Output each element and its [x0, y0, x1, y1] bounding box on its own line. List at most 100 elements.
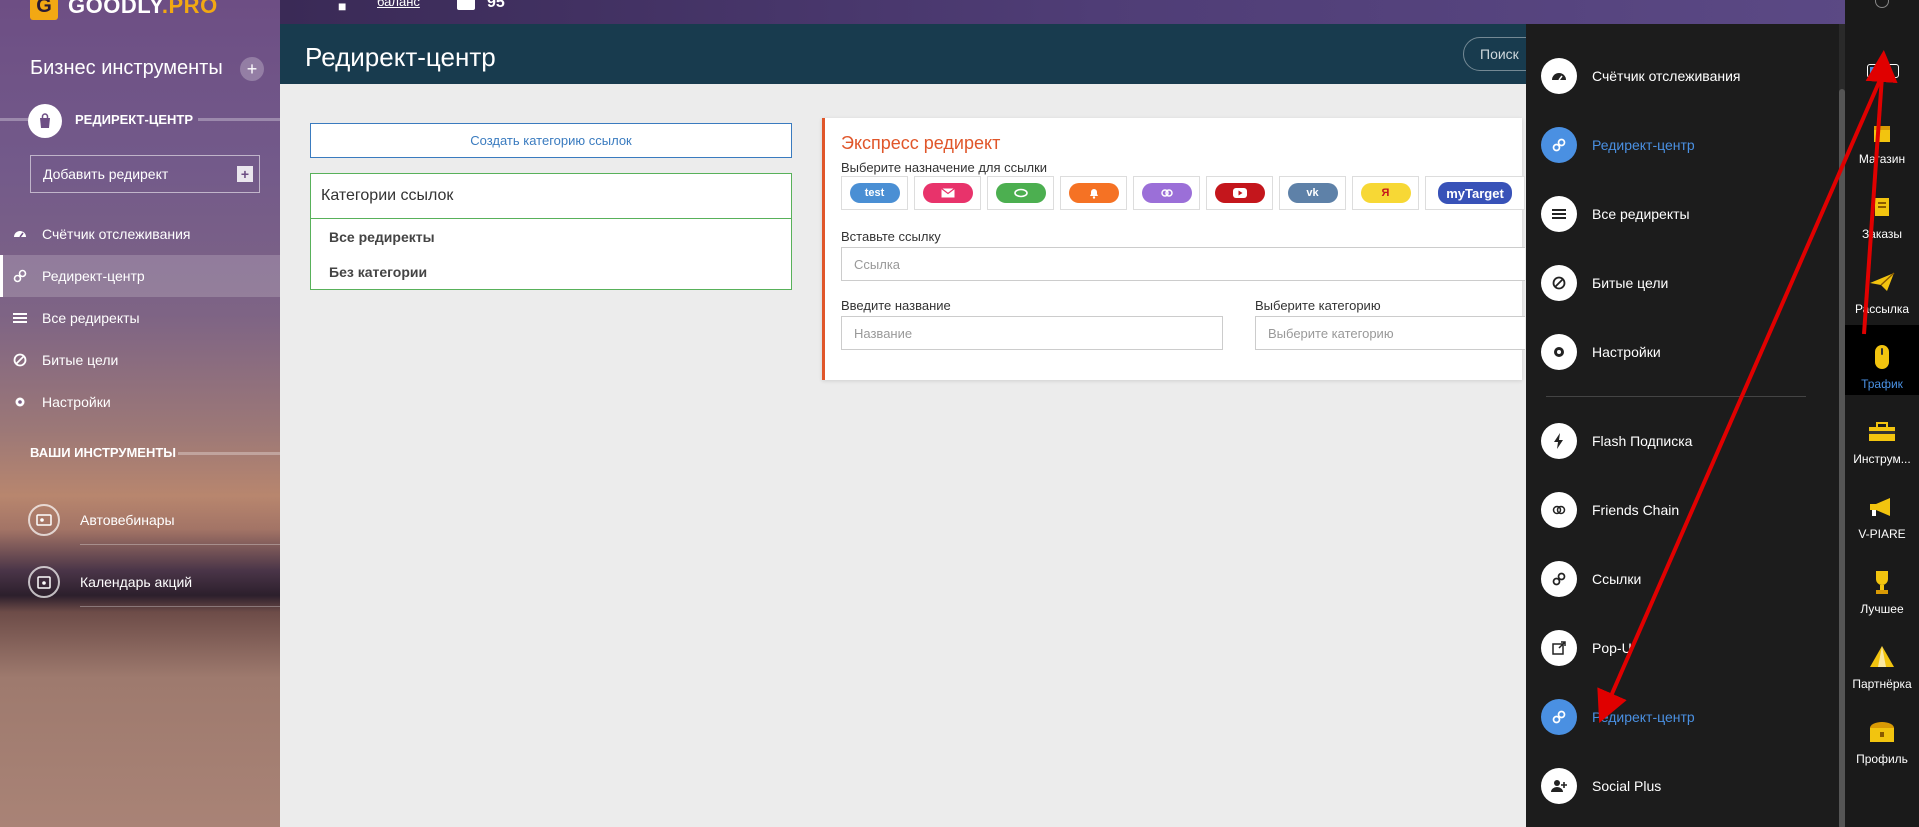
sidebar: G GOODLY.PRO Бизнес инструменты + РЕДИРЕ… [0, 0, 280, 827]
add-redirect-button[interactable]: Добавить редирект + [30, 155, 260, 193]
menu-item-settings[interactable]: Настройки [1541, 333, 1661, 371]
menu-item-label: Настройки [1592, 344, 1661, 360]
menu-item-label: Редирект-центр [1592, 709, 1695, 725]
sidebar-item-broken-goals[interactable]: Битые цели [0, 339, 280, 381]
rail-item-label: Лучшее [1860, 602, 1904, 616]
divider [80, 544, 280, 545]
bag-icon [28, 104, 62, 138]
tool-label: Автовебинары [80, 512, 175, 528]
service-label: myTarget [1438, 182, 1512, 204]
service-mytarget-button[interactable]: myTarget [1425, 176, 1525, 210]
menu-item-broken-goals[interactable]: Битые цели [1541, 264, 1668, 302]
divider [80, 606, 280, 607]
gear-icon [12, 394, 28, 410]
rail-item-label: Профиль [1856, 752, 1908, 766]
create-category-button[interactable]: Создать категорию ссылок [310, 123, 792, 158]
page-title: Редирект-центр [305, 42, 496, 72]
menu-item-popup[interactable]: Pop-U [1541, 629, 1632, 667]
shop-icon [1866, 118, 1898, 146]
youtube-icon [1214, 183, 1265, 203]
menu-item-label: Friends Chain [1592, 502, 1680, 518]
toolbox-icon [1866, 418, 1898, 446]
gear-icon [1541, 334, 1577, 370]
service-yandex-button[interactable]: Я [1352, 176, 1419, 210]
link-icon [1541, 699, 1577, 735]
calendar-icon [28, 566, 60, 598]
rail-toggle[interactable] [1867, 64, 1899, 78]
sidebar-item-label: Редирект-центр [42, 268, 145, 284]
service-chain-button[interactable] [1133, 176, 1200, 210]
name-input[interactable]: Название [841, 316, 1223, 350]
sidebar-item-tracking-counter[interactable]: Счётчик отслеживания [0, 213, 280, 255]
gauge-icon [1541, 58, 1577, 94]
avatar-icon[interactable] [1875, 0, 1889, 8]
service-label: test [849, 183, 900, 203]
rail-item-traffic[interactable]: Трафик [1845, 325, 1919, 395]
service-notify-button[interactable] [1060, 176, 1127, 210]
category-item[interactable]: Все редиректы [311, 219, 791, 254]
sidebar-item-all-redirects[interactable]: Все редиректы [0, 297, 280, 339]
menu-divider [1546, 396, 1806, 397]
rail-item-orders[interactable]: Заказы [1845, 175, 1919, 245]
section-header: РЕДИРЕКТ-ЦЕНТР [0, 104, 280, 138]
rail-item-shop[interactable]: Магазин [1845, 100, 1919, 170]
express-redirect-card: Экспресс редирект Выберите назначение дл… [822, 118, 1525, 380]
sidebar-item-label: Настройки [42, 394, 111, 410]
link-icon [12, 268, 28, 284]
menu-item-all-redirects[interactable]: Все редиректы [1541, 195, 1690, 233]
category-label: Выберите категорию [1255, 298, 1381, 313]
rail-item-profile[interactable]: Профиль [1845, 700, 1919, 770]
balance-value: 95 [487, 0, 505, 11]
service-email-button[interactable] [914, 176, 981, 210]
toggle-knob [1870, 67, 1884, 75]
tool-autowebinars[interactable]: Автовебинары [28, 500, 280, 545]
menu-item-flash-subscription[interactable]: Flash Подписка [1541, 422, 1692, 460]
logo[interactable]: G GOODLY.PRO [30, 0, 218, 20]
service-picker: test vk Я myTarget [841, 176, 1525, 210]
sidebar-item-redirect-center[interactable]: Редирект-центр [0, 255, 280, 297]
link-input[interactable]: Ссылка [841, 247, 1525, 281]
menu-item-label: Ссылки [1592, 571, 1642, 587]
menu-item-tracking-counter[interactable]: Счётчик отслеживания [1541, 57, 1741, 95]
service-test-button[interactable]: test [841, 176, 908, 210]
service-partner-button[interactable] [987, 176, 1054, 210]
menu-item-friends-chain[interactable]: Friends Chain [1541, 491, 1679, 529]
webinar-icon [28, 504, 60, 536]
trophy-icon [1866, 568, 1898, 596]
tool-promo-calendar[interactable]: Календарь акций [28, 562, 280, 607]
rail-item-best[interactable]: Лучшее [1845, 550, 1919, 620]
category-select[interactable]: Выберите категорию [1255, 316, 1525, 350]
category-item[interactable]: Без категории [311, 254, 791, 289]
service-vk-button[interactable]: vk [1279, 176, 1346, 210]
add-redirect-label: Добавить редирект [43, 166, 169, 182]
ban-icon [1541, 265, 1577, 301]
rail-item-partners[interactable]: Партнёрка [1845, 625, 1919, 695]
list-icon [12, 310, 28, 326]
menu-item-redirect-center-2[interactable]: Редирект-центр [1541, 698, 1695, 736]
menu-item-social-plus[interactable]: Social Plus [1541, 767, 1661, 805]
rail-item-label: Магазин [1858, 152, 1906, 166]
rail-item-label: Трафик [1861, 377, 1903, 391]
user-plus-icon [1541, 768, 1577, 804]
section-label: РЕДИРЕКТ-ЦЕНТР [75, 112, 193, 127]
rail-item-mailing[interactable]: Рассылка [1845, 250, 1919, 320]
link-label: Вставьте ссылку [841, 229, 941, 244]
menu-item-redirect-center[interactable]: Редирект-центр [1541, 126, 1695, 164]
bell-icon [1068, 183, 1119, 203]
categories-title: Категории ссылок [311, 174, 791, 219]
pyramid-icon [1866, 643, 1898, 671]
rail-item-tools[interactable]: Инструм... [1845, 400, 1919, 470]
mail-icon [922, 183, 973, 203]
divider [198, 118, 280, 121]
menu-item-label: Битые цели [1592, 275, 1669, 291]
sidebar-item-settings[interactable]: Настройки [0, 381, 280, 423]
rail-item-vpiare[interactable]: V-PIARE [1845, 475, 1919, 545]
menu-item-label: Редирект-центр [1592, 137, 1695, 153]
balance-link[interactable]: баланс [377, 0, 420, 9]
add-tool-button[interactable]: + [240, 57, 264, 81]
service-youtube-button[interactable] [1206, 176, 1273, 210]
car-icon[interactable]: ■ [338, 0, 346, 14]
wallet-icon[interactable] [457, 0, 475, 10]
menu-item-links[interactable]: Ссылки [1541, 560, 1641, 598]
top-bar: ■ баланс 95 [280, 0, 1919, 24]
